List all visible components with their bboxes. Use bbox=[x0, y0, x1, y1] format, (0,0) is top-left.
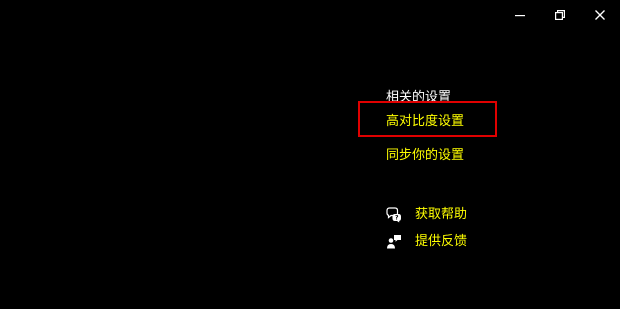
window-controls bbox=[500, 0, 620, 30]
feedback-item[interactable]: 提供反馈 bbox=[386, 232, 467, 252]
restore-button[interactable] bbox=[540, 0, 580, 30]
sync-settings-link[interactable]: 同步你的设置 bbox=[386, 146, 464, 166]
chat-help-icon: ? bbox=[386, 207, 402, 223]
related-settings-heading: 相关的设置 bbox=[386, 90, 452, 105]
restore-icon bbox=[555, 10, 565, 20]
related-settings-section: 相关的设置 高对比度设置 同步你的设置 bbox=[386, 88, 586, 163]
minimize-button[interactable] bbox=[500, 0, 540, 30]
get-help-link: 获取帮助 bbox=[415, 207, 468, 222]
close-button[interactable] bbox=[580, 0, 620, 30]
give-feedback-link: 提供反馈 bbox=[415, 234, 468, 249]
feedback-icon bbox=[386, 234, 402, 250]
minimize-icon bbox=[515, 10, 525, 20]
get-help-item[interactable]: ? 获取帮助 bbox=[386, 205, 467, 225]
svg-text:?: ? bbox=[395, 215, 399, 222]
close-icon bbox=[595, 10, 605, 20]
high-contrast-settings-link[interactable]: 高对比度设置 bbox=[386, 112, 464, 132]
